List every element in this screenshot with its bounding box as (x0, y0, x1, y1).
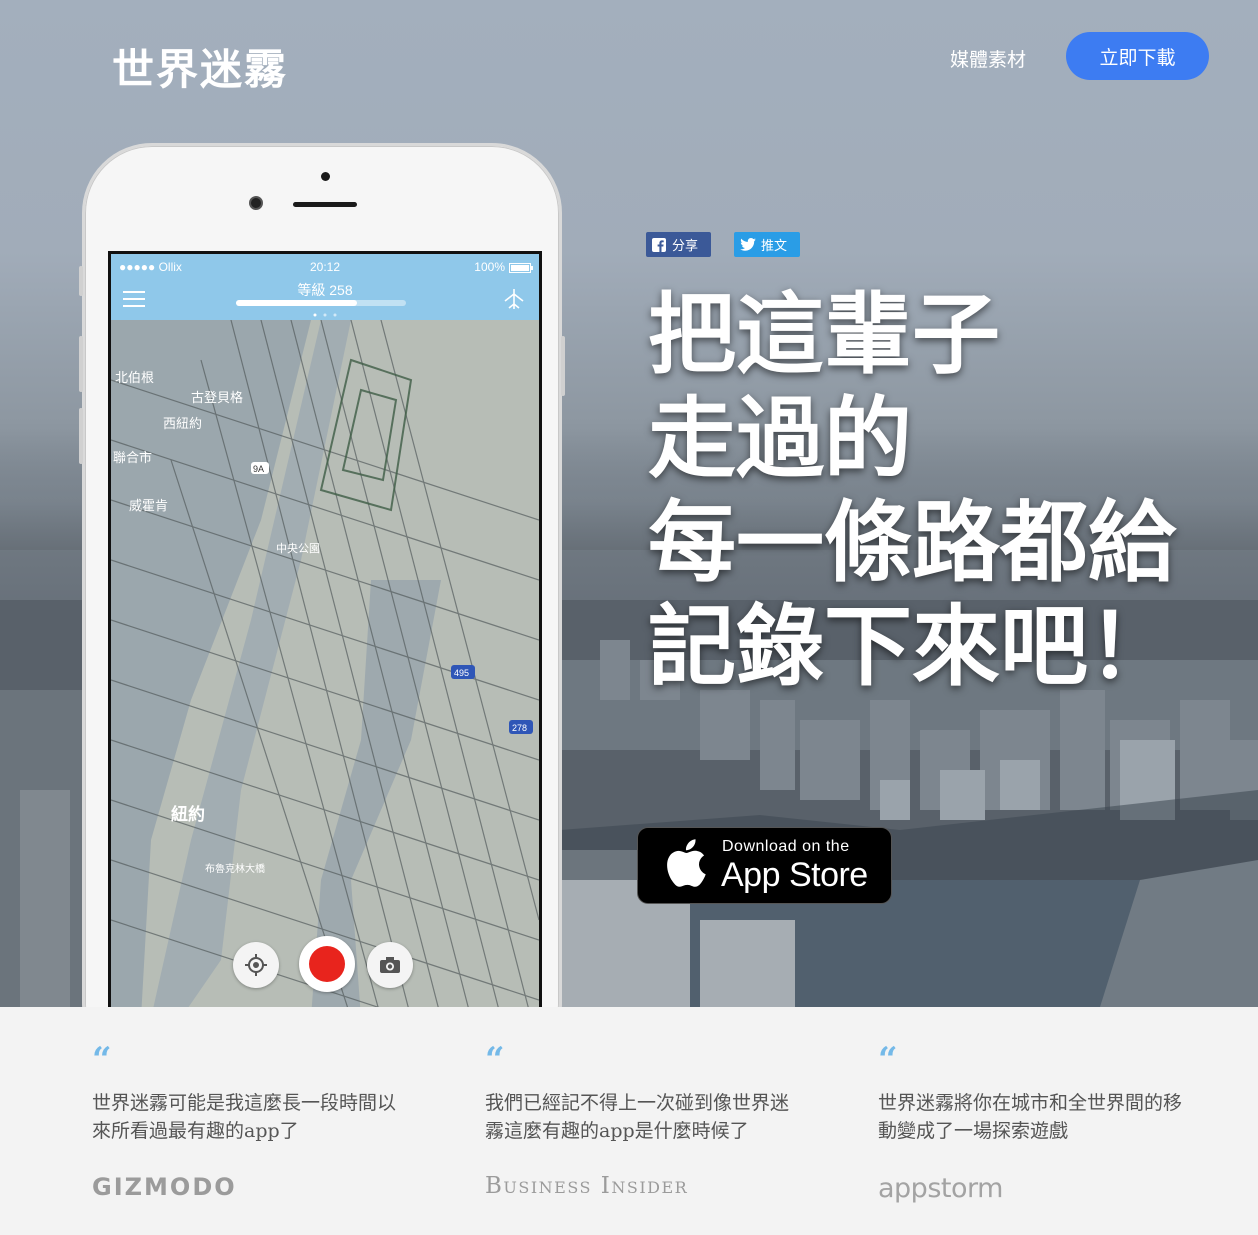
twitter-tweet-label: 推文 (761, 238, 788, 253)
headline-line-2: 走過的 (648, 386, 913, 490)
record-icon (309, 946, 345, 982)
app-store-big-text: App Store (721, 856, 868, 894)
page-dots (313, 313, 337, 317)
app-store-small-text: Download on the (722, 838, 850, 855)
phone-front-camera (249, 196, 263, 210)
quote-text: 世界迷霧將你在城市和全世界間的移動變成了一場探索遊戲 (878, 1092, 1183, 1142)
route-badge-9a: 9A (253, 464, 264, 474)
route-badge-495: 495 (454, 668, 469, 678)
phone-mute-switch (79, 266, 83, 296)
map-label-8: 布魯克林大橋 (205, 862, 265, 875)
camera-button[interactable] (367, 942, 413, 988)
level-progress-bar (236, 300, 406, 306)
map-label-2: 古登貝格 (191, 390, 243, 405)
phone-proximity-sensor (321, 172, 330, 181)
locate-button[interactable] (233, 942, 279, 988)
hero-section: 世界迷霧 媒體素材 立即下載 ●●●●● Ollix 20:12 100% 等級… (0, 0, 1258, 1007)
menu-icon[interactable] (123, 290, 145, 308)
status-battery: 100% (474, 260, 505, 274)
map-label-5: 威霍肯 (129, 498, 168, 513)
phone-power-button (561, 336, 565, 396)
hero-headline: 把這輩子 走過的 每一條路都給 記錄下來吧！ (648, 282, 1228, 698)
twitter-icon (740, 238, 756, 251)
app-top-bar: ●●●●● Ollix 20:12 100% 等級 258 (111, 254, 539, 320)
apple-icon (667, 839, 706, 887)
city-map[interactable]: 北伯根 古登貝格 西紐約 聯合市 威霍肯 中央公園 紐約 布魯克林大橋 9A 2… (111, 320, 539, 1007)
headline-line-3: 每一條路都給 (648, 490, 1177, 594)
headline-line-4: 記錄下來吧！ (648, 594, 1177, 698)
map-label-6: 中央公園 (276, 542, 320, 555)
phone-mockup: ●●●●● Ollix 20:12 100% 等級 258 北伯根 古登貝格 西… (79, 143, 565, 1007)
headline-line-1: 把這輩子 (648, 282, 1001, 386)
brand-appstorm-logo: appstorm (878, 1173, 1003, 1204)
nav-media-link[interactable]: 媒體素材 (950, 45, 1026, 72)
brand-gizmodo-logo: GIZMODO (92, 1173, 237, 1201)
location-icon (245, 954, 267, 976)
record-button[interactable] (299, 936, 355, 992)
map-label-4: 聯合市 (113, 450, 152, 465)
paper-plane-icon[interactable] (503, 288, 525, 310)
quote-mark-icon: “ (92, 1040, 112, 1080)
quote-text: 世界迷霧可能是我這麼長一段時間以來所看過最有趣的app了 (92, 1092, 397, 1142)
press-quotes-section: “ 世界迷霧可能是我這麼長一段時間以來所看過最有趣的app了 GIZMODO “… (0, 1007, 1258, 1235)
quote-gizmodo: “ 世界迷霧可能是我這麼長一段時間以來所看過最有趣的app了 GIZMODO (92, 1040, 412, 1201)
battery-icon (509, 263, 533, 273)
twitter-tweet-button[interactable]: 推文 (734, 232, 800, 257)
quote-text: 我們已經記不得上一次碰到像世界迷霧這麼有趣的app是什麼時候了 (485, 1092, 790, 1142)
site-logo[interactable]: 世界迷霧 (112, 36, 288, 97)
phone-volume-down (79, 408, 83, 464)
quote-mark-icon: “ (878, 1040, 898, 1080)
phone-speaker (293, 202, 357, 207)
camera-icon (380, 957, 400, 973)
brand-business-insider-logo: Business Insider (485, 1173, 689, 1199)
level-progress-fill (236, 300, 357, 306)
map-label-1: 北伯根 (115, 370, 154, 385)
level-label: 等級 258 (297, 282, 353, 298)
quote-mark-icon: “ (485, 1040, 505, 1080)
map-label-7: 紐約 (171, 804, 205, 824)
route-badge-278: 278 (512, 723, 527, 733)
facebook-share-button[interactable]: 分享 (646, 232, 711, 257)
facebook-icon (652, 237, 666, 252)
phone-volume-up (79, 336, 83, 392)
app-store-badge[interactable]: Download on the App Store (637, 827, 892, 904)
download-button[interactable]: 立即下載 (1066, 32, 1209, 80)
facebook-share-label: 分享 (672, 238, 699, 253)
quote-business-insider: “ 我們已經記不得上一次碰到像世界迷霧這麼有趣的app是什麼時候了 Busine… (485, 1040, 805, 1199)
map-label-3: 西紐約 (163, 416, 202, 431)
phone-screen: ●●●●● Ollix 20:12 100% 等級 258 北伯根 古登貝格 西… (108, 251, 542, 1007)
quote-appstorm: “ 世界迷霧將你在城市和全世界間的移動變成了一場探索遊戲 appstorm (878, 1040, 1198, 1204)
